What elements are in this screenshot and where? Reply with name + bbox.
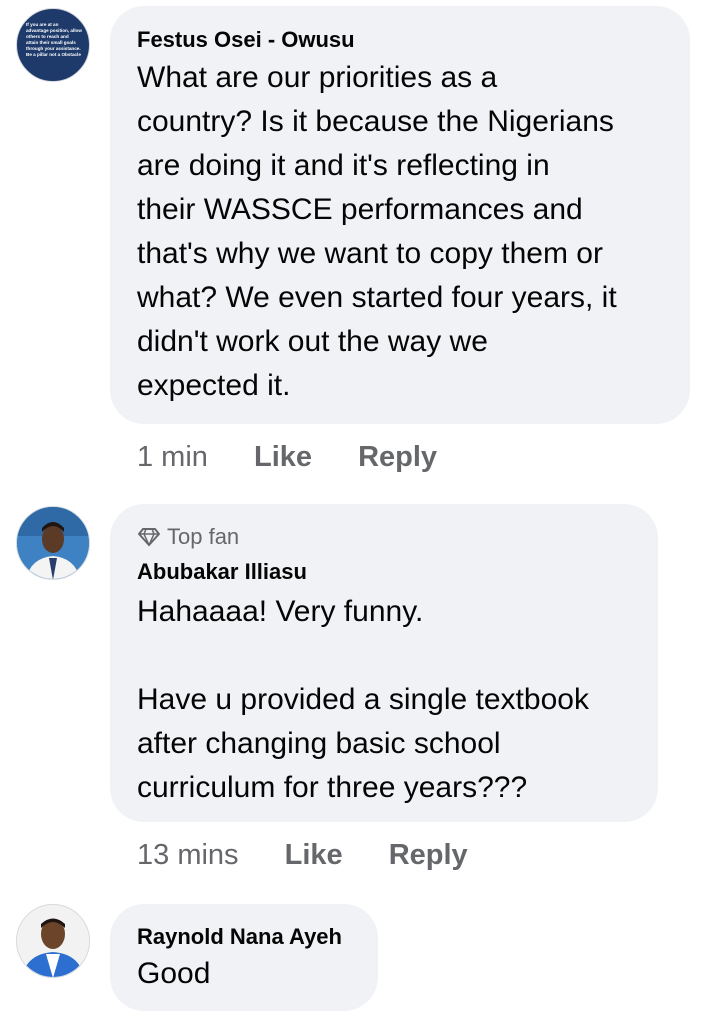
- comment-timestamp[interactable]: 13 mins: [137, 839, 239, 872]
- avatar-text: If you are at an advantage position, all…: [26, 22, 82, 57]
- reply-button[interactable]: Reply: [389, 839, 468, 872]
- person-in-blue-suit-photo: [17, 905, 89, 977]
- comment-meta: 13 mins Like Reply: [137, 839, 468, 872]
- comment-author[interactable]: Abubakar Illiasu: [137, 559, 307, 585]
- comment-author[interactable]: Festus Osei - Owusu: [137, 27, 355, 53]
- comment-text: What are our priorities as a country? Is…: [137, 61, 617, 402]
- comment-text: Hahaaaa! Very funny. Have u provided a s…: [137, 595, 589, 804]
- avatar[interactable]: [16, 904, 90, 978]
- avatar[interactable]: [16, 506, 90, 580]
- badge-label: Top fan: [167, 524, 240, 549]
- reply-button[interactable]: Reply: [358, 441, 437, 474]
- comment-author[interactable]: Raynold Nana Ayeh: [137, 924, 342, 950]
- diamond-icon: [138, 528, 160, 547]
- like-button[interactable]: Like: [285, 839, 343, 872]
- avatar[interactable]: If you are at an advantage position, all…: [16, 8, 90, 82]
- comment-meta: 1 min Like Reply: [137, 441, 437, 474]
- comment-timestamp[interactable]: 1 min: [137, 441, 208, 474]
- person-in-suit-photo: [17, 507, 89, 579]
- top-fan-badge: Top fan: [137, 524, 239, 550]
- like-button[interactable]: Like: [254, 441, 312, 474]
- comment-text: Good: [137, 957, 211, 990]
